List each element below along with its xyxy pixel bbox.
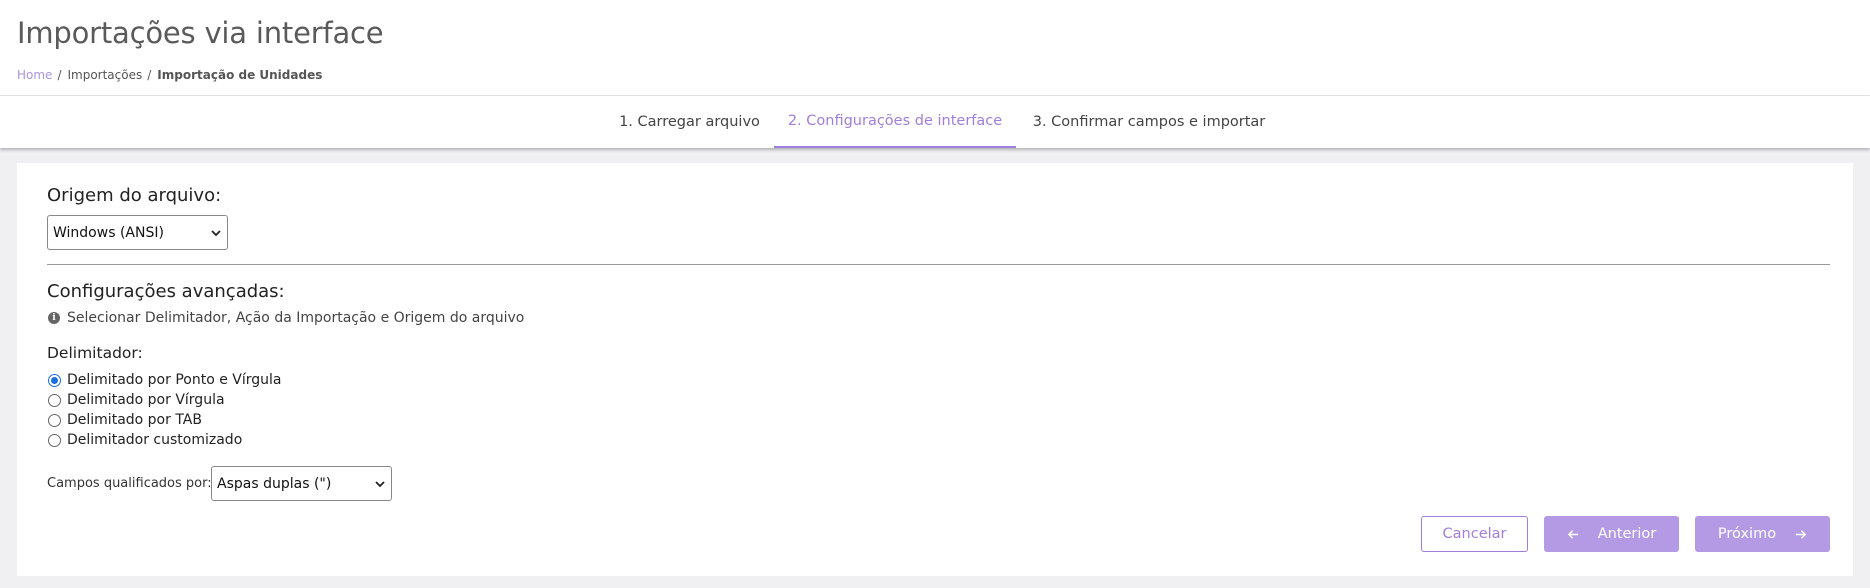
- arrow-left-icon: [1567, 529, 1578, 539]
- section-divider: [47, 264, 1830, 265]
- config-panel: Origem do arquivo: Windows (ANSI) Config…: [17, 163, 1853, 576]
- page-title: Importações via interface: [17, 16, 384, 50]
- tab-configuracoes-interface[interactable]: 2. Configurações de interface: [774, 96, 1016, 148]
- breadcrumb: Home / Importações / Importação de Unida…: [17, 68, 322, 82]
- qualifier-select-value: Aspas duplas ("): [217, 475, 332, 492]
- page-header: Importações via interface Home / Importa…: [0, 0, 1870, 96]
- radio-label: Delimitado por Vírgula: [67, 392, 225, 408]
- previous-button[interactable]: Anterior: [1544, 516, 1679, 552]
- next-button[interactable]: Próximo: [1695, 516, 1830, 552]
- radio-label: Delimitador customizado: [67, 432, 243, 448]
- radio-button[interactable]: [48, 393, 61, 407]
- info-icon: i: [48, 312, 60, 324]
- radio-ponto-virgula[interactable]: Delimitado por Ponto e Vírgula: [48, 372, 281, 388]
- tab-confirmar-campos[interactable]: 3. Confirmar campos e importar: [1031, 96, 1267, 148]
- next-button-label: Próximo: [1717, 526, 1777, 542]
- advanced-info: i Selecionar Delimitador, Ação da Import…: [48, 310, 524, 326]
- breadcrumb-importacoes-link[interactable]: Importações: [67, 68, 142, 82]
- chevron-down-icon: [375, 480, 385, 487]
- origin-title: Origem do arquivo:: [47, 185, 222, 206]
- qualifier-select[interactable]: Aspas duplas ("): [211, 466, 392, 501]
- radio-label: Delimitado por TAB: [67, 412, 202, 428]
- radio-customizado[interactable]: Delimitador customizado: [48, 432, 242, 448]
- radio-button[interactable]: [48, 433, 61, 447]
- arrow-right-icon: [1795, 529, 1807, 539]
- origin-select[interactable]: Windows (ANSI): [47, 215, 228, 250]
- previous-button-label: Anterior: [1597, 526, 1657, 542]
- radio-label: Delimitado por Ponto e Vírgula: [67, 372, 282, 388]
- chevron-down-icon: [211, 229, 221, 236]
- breadcrumb-separator: /: [57, 68, 62, 82]
- radio-button[interactable]: [48, 373, 61, 387]
- cancel-button[interactable]: Cancelar: [1421, 516, 1528, 552]
- delimiter-title: Delimitador:: [47, 344, 143, 362]
- breadcrumb-current: Importação de Unidades: [157, 68, 323, 82]
- radio-button[interactable]: [48, 413, 61, 427]
- tab-carregar-arquivo[interactable]: 1. Carregar arquivo: [611, 96, 768, 148]
- advanced-info-text: Selecionar Delimitador, Ação da Importaç…: [67, 310, 525, 326]
- advanced-title: Configurações avançadas:: [47, 281, 285, 302]
- breadcrumb-separator: /: [147, 68, 152, 82]
- radio-tab[interactable]: Delimitado por TAB: [48, 412, 202, 428]
- origin-select-value: Windows (ANSI): [53, 224, 164, 241]
- wizard-tabs: 1. Carregar arquivo 2. Configurações de …: [0, 96, 1870, 148]
- radio-virgula[interactable]: Delimitado por Vírgula: [48, 392, 225, 408]
- qualifier-label: Campos qualificados por:: [47, 476, 212, 491]
- breadcrumb-home-link[interactable]: Home: [17, 68, 52, 82]
